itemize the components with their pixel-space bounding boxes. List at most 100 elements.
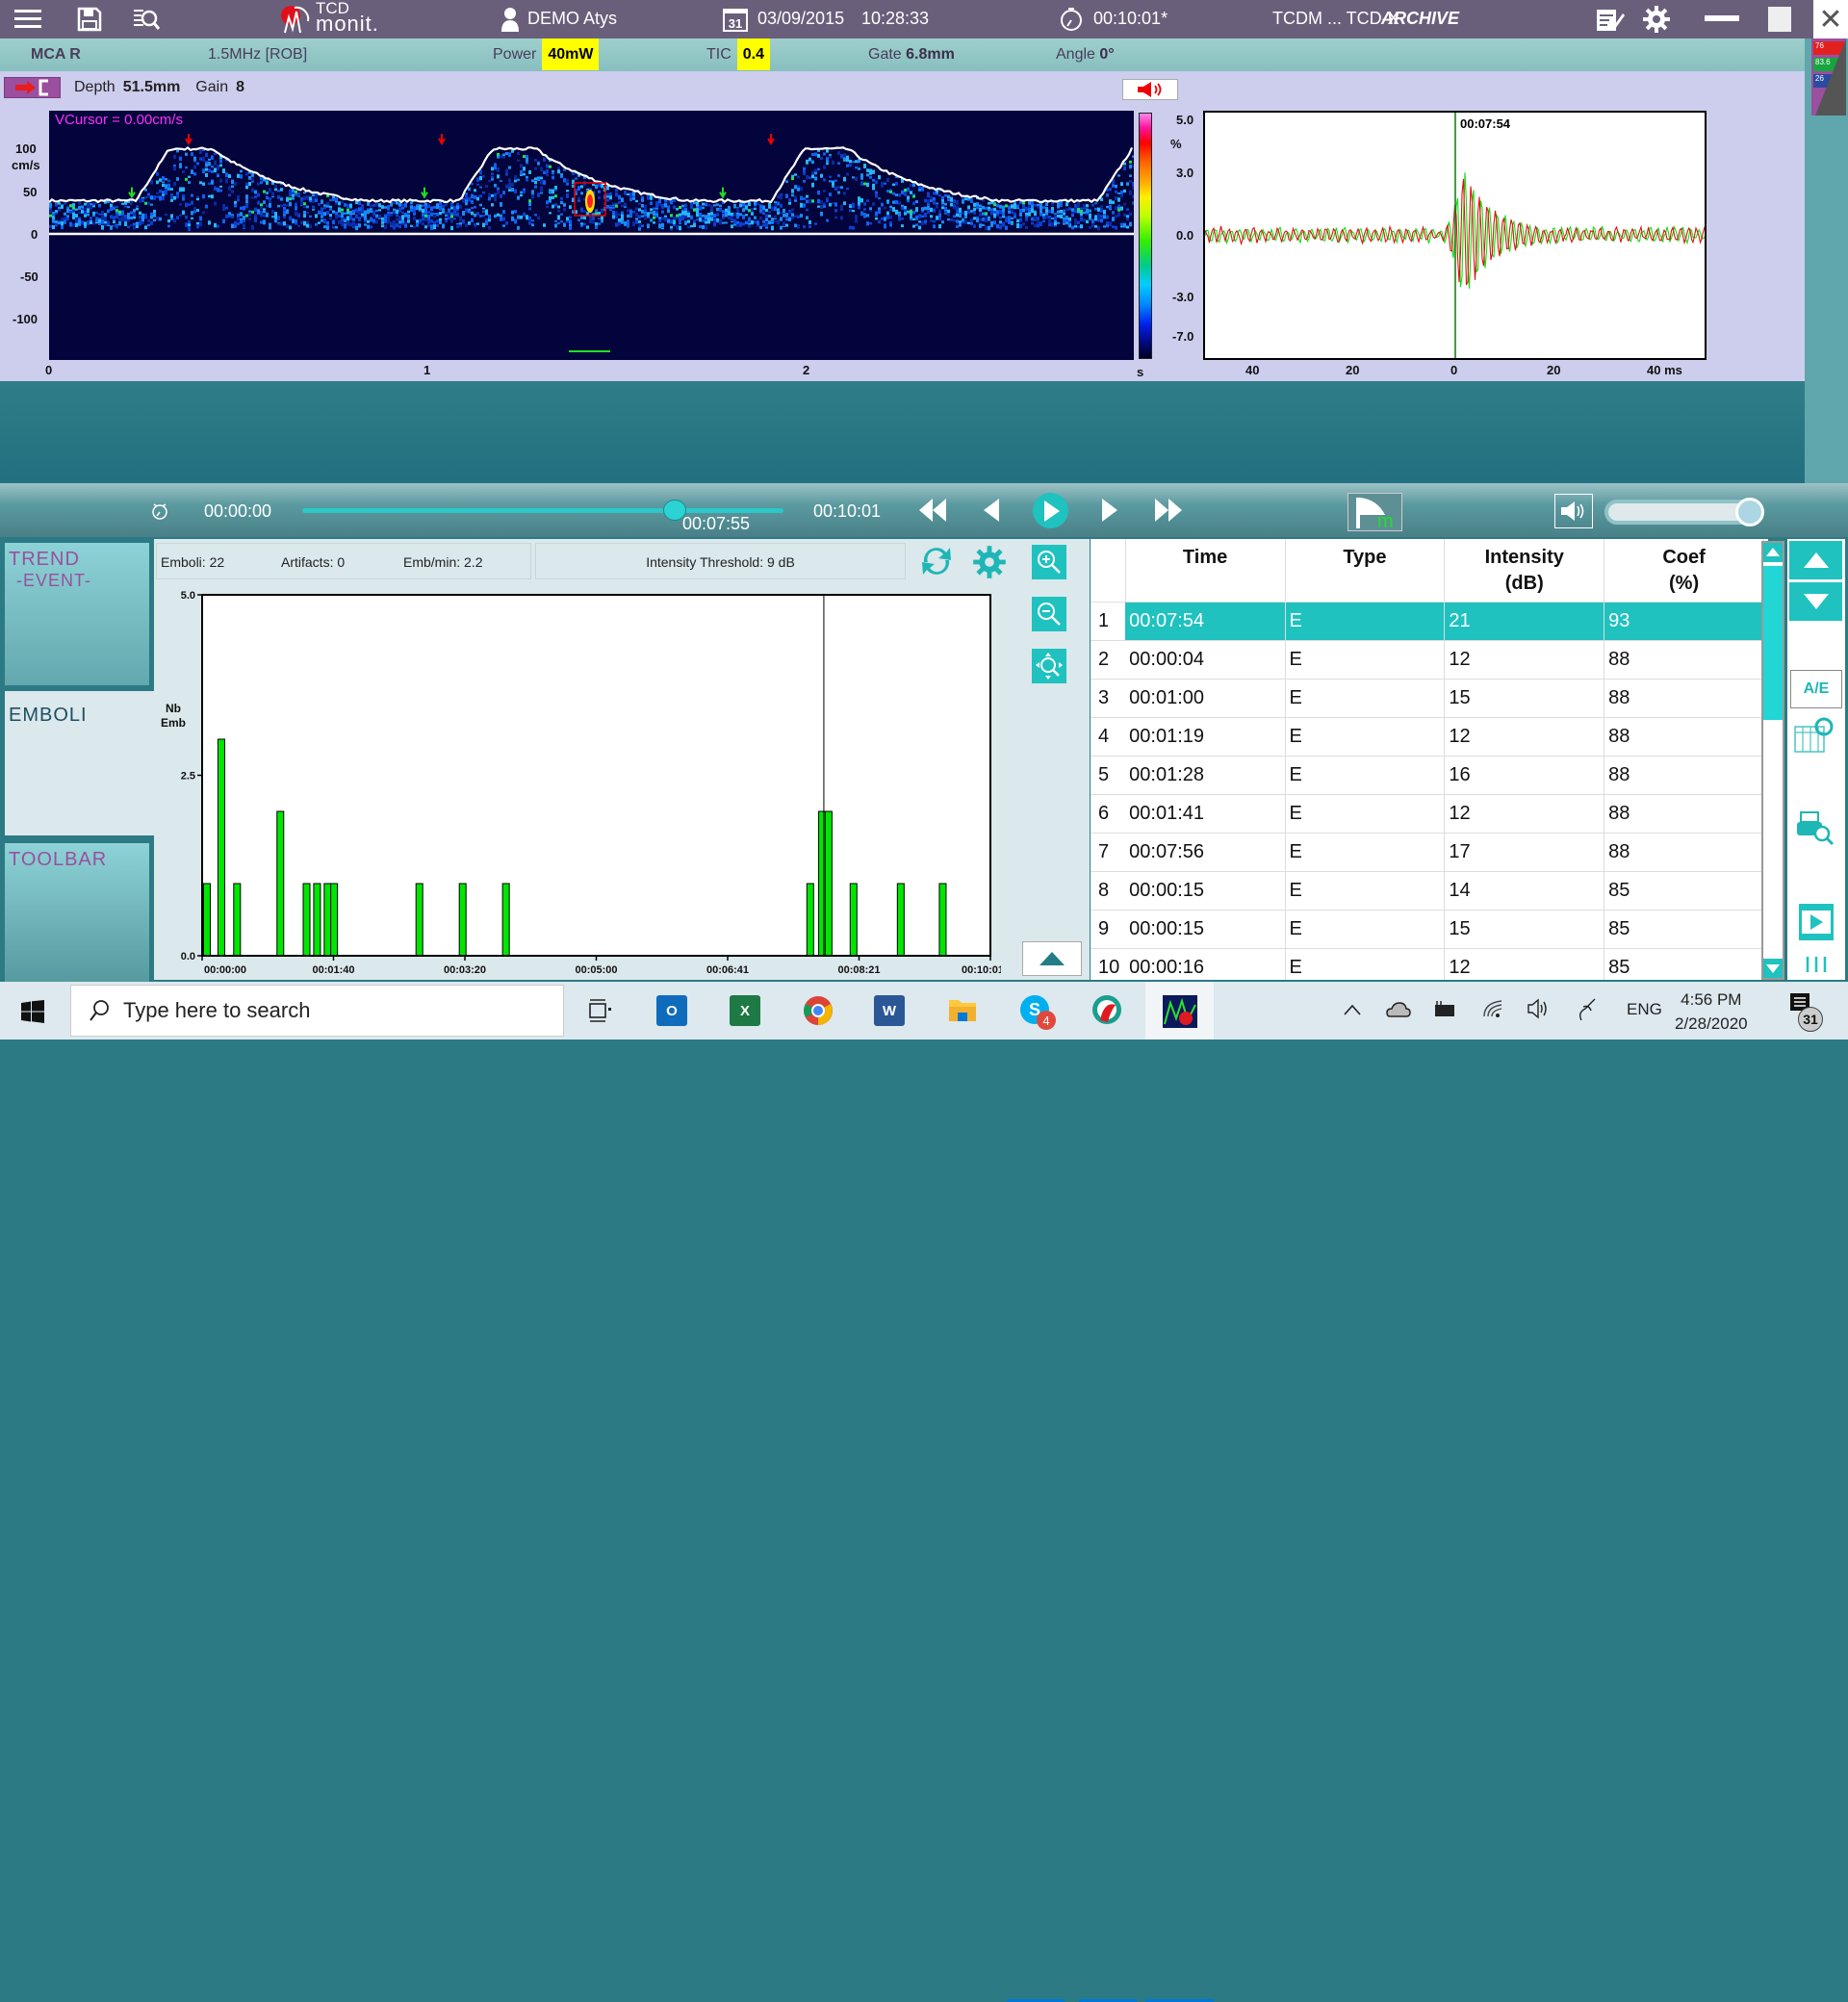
arrow-bracket-icon [14,79,48,96]
speaker-volume-icon[interactable] [1526,997,1551,1020]
intensity-threshold[interactable]: Intensity Threshold: 9 dB [535,543,906,579]
step-forward-button[interactable] [1102,499,1117,522]
file-explorer-icon[interactable] [948,995,977,1024]
table-row[interactable]: 1 00:07:54 E 21 93 [1091,602,1764,641]
seek-slider[interactable] [302,508,783,513]
header-intensity[interactable]: Intensity (dB) [1444,539,1605,603]
angle-setting[interactable]: Angle 0° [1056,46,1115,64]
row-down-button[interactable] [1789,582,1842,621]
chrome-icon[interactable] [803,995,834,1026]
menu-icon[interactable] [13,4,42,35]
pen-workspace-icon[interactable] [1576,997,1599,1022]
histogram-bar[interactable] [806,883,814,957]
table-row[interactable]: 9 00:00:15 E 15 85 [1091,910,1764,949]
chart-settings-gear-icon[interactable] [972,545,1007,579]
doppler-spectrogram[interactable]: VCursor = 0.00cm/s [49,111,1134,360]
windows-start-icon[interactable] [21,1000,44,1023]
cell-coef: 88 [1604,679,1764,718]
header-time[interactable]: Time [1125,539,1286,603]
show-hidden-icons-chevron[interactable] [1343,1003,1362,1016]
table-row[interactable]: 10 00:00:16 E 12 85 [1091,948,1764,980]
table-scroll-thumb[interactable] [1763,566,1783,720]
histogram-bar[interactable] [501,883,510,957]
tab-toolbar[interactable]: Toolbar [5,843,149,986]
table-row[interactable]: 8 00:00:15 E 14 85 [1091,871,1764,911]
tcd-monit-taskbar-button[interactable] [1145,982,1214,1040]
power-setting[interactable]: Power 40mW [493,38,600,70]
fast-forward-button[interactable] [1155,499,1182,522]
print-preview-icon[interactable] [1795,808,1837,847]
gate-setting[interactable]: Gate 6.8mm [868,46,955,64]
battery-power-icon[interactable] [1431,999,1456,1020]
table-row[interactable]: 2 00:00:04 E 12 88 [1091,640,1764,680]
mute-button[interactable] [1554,494,1593,528]
expand-up-button[interactable] [1022,941,1082,976]
artifact-embolus-toggle[interactable]: A/E [1790,670,1842,708]
event-marker-button[interactable]: m [1348,493,1402,532]
search-report-icon[interactable] [131,4,162,35]
histogram-bar[interactable] [217,738,225,957]
histogram-bar[interactable] [202,883,211,957]
table-row[interactable]: 7 00:07:56 E 17 88 [1091,833,1764,872]
volume-thumb[interactable] [1735,498,1764,526]
play-video-icon[interactable] [1798,903,1835,941]
histogram-bar[interactable] [330,883,339,957]
header-type[interactable]: Type [1285,539,1446,603]
histogram-bar[interactable] [313,883,321,957]
histogram-bar[interactable] [824,810,833,957]
step-back-button[interactable] [984,499,999,522]
table-row[interactable]: 5 00:01:28 E 16 88 [1091,756,1764,795]
histogram-bar[interactable] [849,883,858,957]
task-view-icon[interactable] [588,998,613,1023]
depth-value[interactable]: 51.5mm [123,79,181,96]
probe-side-button[interactable] [4,77,61,98]
input-language[interactable]: ENG [1627,1000,1662,1019]
gain-value[interactable]: 8 [236,79,244,96]
zoom-out-button[interactable] [1032,597,1066,631]
tab-trend-event[interactable]: Trend -event- [5,543,149,685]
notes-icon[interactable] [1595,4,1626,35]
close-button[interactable]: ✕ [1813,0,1848,38]
minimize-button[interactable] [1703,4,1741,35]
fast-rewind-button[interactable] [919,499,946,522]
mini-trend-badge[interactable]: 76 83.6 26 [1811,38,1846,116]
histogram-bar[interactable] [276,810,285,957]
atys-app-icon[interactable] [1091,993,1123,1026]
onedrive-cloud-icon[interactable] [1386,999,1411,1020]
histogram-bar[interactable] [938,883,947,957]
table-refresh-icon[interactable] [1793,715,1835,754]
settings-gear-icon[interactable] [1641,4,1672,35]
table-row[interactable]: 3 00:01:00 E 15 88 [1091,679,1764,718]
histogram-bar[interactable] [415,883,424,957]
maximize-button[interactable] [1767,4,1792,35]
taskbar-search-box[interactable]: Type here to search [70,985,564,1037]
table-row[interactable]: 4 00:01:19 E 12 88 [1091,717,1764,757]
tab-emboli[interactable]: emboli [5,691,154,835]
zoom-in-button[interactable] [1032,545,1066,579]
row-up-button[interactable] [1789,541,1842,579]
histogram-bar[interactable] [458,883,467,957]
system-clock[interactable]: 4:56 PM 2/28/2020 [1675,988,1748,1036]
save-icon[interactable] [75,4,104,35]
column-handle-icon[interactable] [1805,955,1828,974]
cell-coef: 88 [1604,794,1764,834]
table-scrollbar[interactable] [1761,541,1784,980]
scroll-down-arrow[interactable] [1763,959,1783,978]
header-coef[interactable]: Coef (%) [1604,539,1764,603]
table-row[interactable]: 6 00:01:41 E 12 88 [1091,794,1764,834]
refresh-button[interactable] [918,543,955,579]
outlook-icon[interactable]: O [656,995,687,1026]
user-name: DEMO Atys [527,9,618,28]
play-button[interactable] [1033,493,1068,528]
histogram-bar[interactable] [818,810,827,957]
histogram-bar[interactable] [302,883,311,957]
histogram-bar[interactable] [233,883,242,957]
scroll-up-arrow[interactable] [1763,543,1783,562]
zoom-fit-button[interactable] [1032,649,1066,683]
wifi-icon[interactable] [1482,997,1505,1020]
excel-icon[interactable]: X [730,995,760,1026]
audio-toggle-button[interactable] [1122,79,1178,100]
histogram-bar[interactable] [323,883,332,957]
word-icon[interactable]: W [874,995,905,1026]
histogram-bar[interactable] [896,883,905,957]
